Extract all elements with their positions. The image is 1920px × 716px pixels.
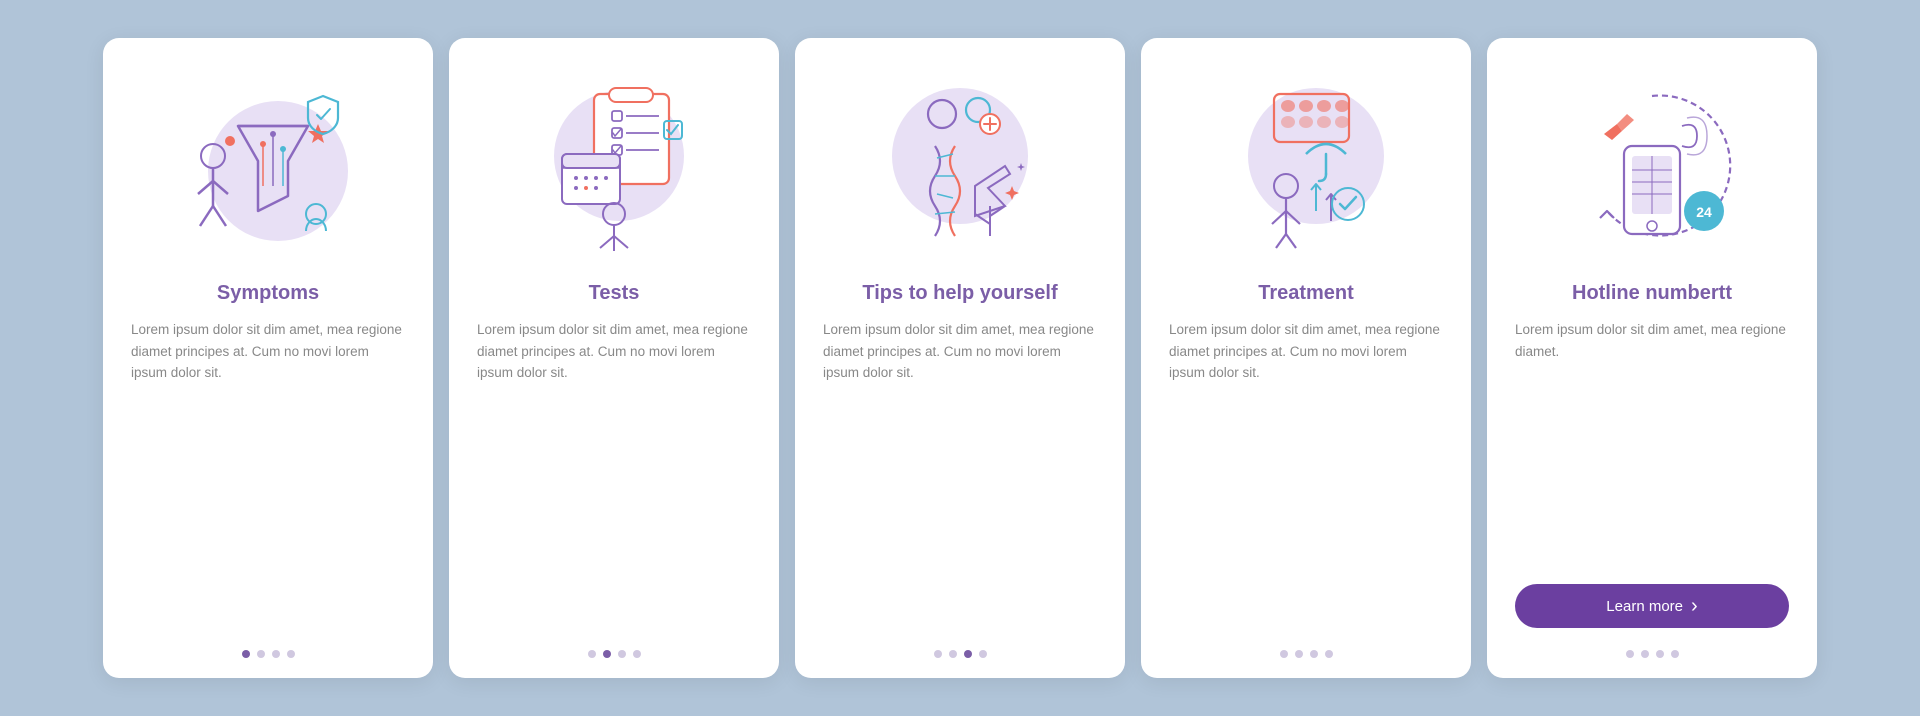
dot-4[interactable] (1325, 650, 1333, 658)
symptoms-dots (242, 650, 295, 658)
tests-dots (588, 650, 641, 658)
treatment-body: Lorem ipsum dolor sit dim amet, mea regi… (1169, 319, 1443, 632)
card-treatment: Treatment Lorem ipsum dolor sit dim amet… (1141, 38, 1471, 678)
dot-1[interactable] (1280, 650, 1288, 658)
dot-4[interactable] (1671, 650, 1679, 658)
dot-2[interactable] (1295, 650, 1303, 658)
symptoms-title: Symptoms (217, 282, 319, 305)
card-tests: Tests Lorem ipsum dolor sit dim amet, me… (449, 38, 779, 678)
dot-1[interactable] (242, 650, 250, 658)
dot-2[interactable] (949, 650, 957, 658)
dot-2[interactable] (1641, 650, 1649, 658)
dot-3[interactable] (1656, 650, 1664, 658)
cards-container: Symptoms Lorem ipsum dolor sit dim amet,… (63, 8, 1857, 708)
tests-body: Lorem ipsum dolor sit dim amet, mea regi… (477, 319, 751, 632)
treatment-dots (1280, 650, 1333, 658)
hotline-title: Hotline numbertt (1572, 282, 1732, 305)
tips-body: Lorem ipsum dolor sit dim amet, mea regi… (823, 319, 1097, 632)
tips-dots (934, 650, 987, 658)
tips-illustration (860, 66, 1060, 266)
dot-1[interactable] (588, 650, 596, 658)
dot-2[interactable] (603, 650, 611, 658)
tests-title: Tests (589, 282, 640, 305)
dot-1[interactable] (934, 650, 942, 658)
symptoms-illustration (168, 66, 368, 266)
symptoms-body: Lorem ipsum dolor sit dim amet, mea regi… (131, 319, 405, 632)
dot-4[interactable] (633, 650, 641, 658)
hotline-dots (1626, 650, 1679, 658)
dot-4[interactable] (979, 650, 987, 658)
dot-3[interactable] (272, 650, 280, 658)
card-tips: Tips to help yourself Lorem ipsum dolor … (795, 38, 1125, 678)
hotline-illustration: 24 (1552, 66, 1752, 266)
dot-1[interactable] (1626, 650, 1634, 658)
learn-more-button[interactable]: Learn more (1515, 584, 1789, 628)
tips-title: Tips to help yourself (862, 282, 1057, 305)
dot-3[interactable] (1310, 650, 1318, 658)
card-symptoms: Symptoms Lorem ipsum dolor sit dim amet,… (103, 38, 433, 678)
dot-3[interactable] (964, 650, 972, 658)
dot-3[interactable] (618, 650, 626, 658)
treatment-illustration (1206, 66, 1406, 266)
dot-4[interactable] (287, 650, 295, 658)
card-hotline: 24 Hotline numbertt Lorem ipsum dolor si… (1487, 38, 1817, 678)
dot-2[interactable] (257, 650, 265, 658)
treatment-title: Treatment (1258, 282, 1354, 305)
hotline-body: Lorem ipsum dolor sit dim amet, mea regi… (1515, 319, 1789, 570)
svg-text:24: 24 (1696, 204, 1712, 220)
tests-illustration (514, 66, 714, 266)
